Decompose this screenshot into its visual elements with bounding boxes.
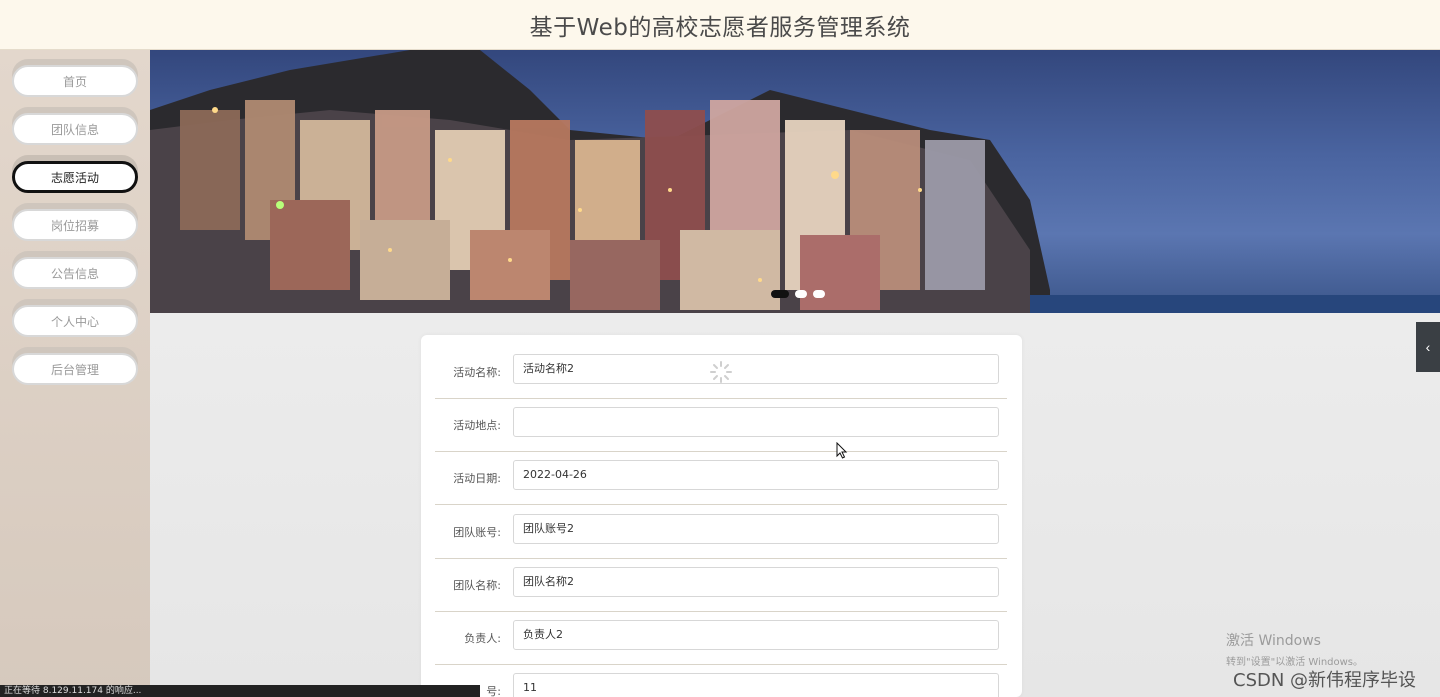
activity-date-label: 活动日期: xyxy=(453,472,501,485)
form-row-number: 号: 11 xyxy=(435,665,1007,697)
sidebar-item-team-info[interactable]: 团队信息 xyxy=(12,113,138,145)
sidebar-item-job-recruit[interactable]: 岗位招募 xyxy=(12,209,138,241)
chevron-left-icon: ‹ xyxy=(1425,339,1431,355)
side-panel-toggle[interactable]: ‹ xyxy=(1416,322,1440,372)
form-row-person-in-charge: 负责人: 负责人2 xyxy=(435,612,1007,665)
activity-location-input[interactable] xyxy=(513,407,999,437)
activity-name-label: 活动名称: xyxy=(453,366,501,379)
number-input[interactable]: 11 xyxy=(513,673,999,697)
person-in-charge-input[interactable]: 负责人2 xyxy=(513,620,999,650)
team-name-label: 团队名称: xyxy=(453,579,501,592)
browser-status-bar: 正在等待 8.129.11.174 的响应... xyxy=(0,685,480,697)
windows-activation-title: 激活 Windows xyxy=(1226,633,1321,649)
mouse-cursor-icon xyxy=(836,442,848,459)
windows-activation-notice: 激活 Windows 转到"设置"以激活 Windows。 xyxy=(1226,630,1363,668)
banner-carousel[interactable] xyxy=(150,50,1440,313)
sidebar-item-home[interactable]: 首页 xyxy=(12,65,138,97)
banner-image xyxy=(150,50,1440,313)
sidebar-item-personal-center[interactable]: 个人中心 xyxy=(12,305,138,337)
page-title: 基于Web的高校志愿者服务管理系统 xyxy=(529,14,911,41)
team-name-input[interactable]: 团队名称2 xyxy=(513,567,999,597)
sidebar: 首页 团队信息 志愿活动 岗位招募 公告信息 个人中心 后台管理 xyxy=(0,50,150,697)
activity-name-input[interactable]: 活动名称2 xyxy=(513,354,999,384)
activity-location-label: 活动地点: xyxy=(453,419,501,432)
activity-date-input[interactable]: 2022-04-26 xyxy=(513,460,999,490)
form-row-team-name: 团队名称: 团队名称2 xyxy=(435,559,1007,612)
sidebar-item-admin[interactable]: 后台管理 xyxy=(12,353,138,385)
csdn-watermark: CSDN @新伟程序毕设 xyxy=(1233,670,1417,691)
team-account-input[interactable]: 团队账号2 xyxy=(513,514,999,544)
form-row-activity-location: 活动地点: xyxy=(435,399,1007,452)
loading-spinner-icon xyxy=(710,361,732,383)
person-in-charge-label: 负责人: xyxy=(464,632,501,645)
carousel-dot-2[interactable] xyxy=(795,290,807,298)
sidebar-item-volunteer-activity[interactable]: 志愿活动 xyxy=(12,161,138,193)
form-row-team-account: 团队账号: 团队账号2 xyxy=(435,506,1007,559)
carousel-dot-3[interactable] xyxy=(813,290,825,298)
top-header: 基于Web的高校志愿者服务管理系统 xyxy=(0,0,1440,50)
team-account-label: 团队账号: xyxy=(453,526,501,539)
activity-detail-form: 活动名称: 活动名称2 活动地点: 活动日期: 2022-04-26 团队账号:… xyxy=(421,335,1022,697)
form-row-activity-date: 活动日期: 2022-04-26 xyxy=(435,452,1007,505)
carousel-indicators xyxy=(771,290,825,298)
carousel-dot-1[interactable] xyxy=(771,290,789,298)
sidebar-item-announcement[interactable]: 公告信息 xyxy=(12,257,138,289)
